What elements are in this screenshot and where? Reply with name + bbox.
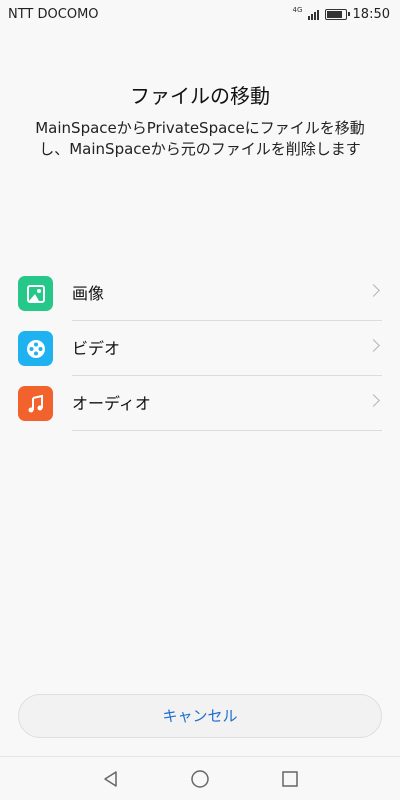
file-type-list: 画像 ビデオ オーディオ — [0, 266, 400, 431]
battery-icon — [324, 8, 350, 20]
clock: 18:50 — [352, 6, 390, 22]
divider — [72, 430, 382, 431]
page-title: ファイルの移動 — [130, 84, 270, 108]
signal-icon: 4G — [292, 6, 319, 21]
back-icon[interactable] — [91, 757, 131, 800]
home-icon[interactable] — [180, 757, 220, 800]
list-item-label: オーディオ — [72, 394, 151, 413]
list-item-video[interactable]: ビデオ — [0, 321, 400, 376]
music-icon — [18, 386, 53, 421]
list-item-label: 画像 — [72, 284, 105, 303]
list-item-label: ビデオ — [72, 339, 121, 358]
image-icon — [18, 276, 53, 311]
chevron-right-icon — [367, 339, 380, 352]
navigation-bar — [0, 756, 400, 800]
list-item-image[interactable]: 画像 — [0, 266, 400, 321]
recents-icon[interactable] — [270, 757, 310, 800]
network-type: 4G — [292, 6, 303, 14]
status-bar: NTT DOCOMO 4G 18:50 — [0, 0, 400, 28]
page-description: MainSpaceからPrivateSpaceにファイルを移動し、MainSpa… — [35, 119, 365, 158]
list-item-audio[interactable]: オーディオ — [0, 376, 400, 431]
video-icon — [18, 331, 53, 366]
chevron-right-icon — [367, 394, 380, 407]
cancel-button[interactable]: キャンセル — [18, 694, 382, 738]
chevron-right-icon — [367, 284, 380, 297]
status-icons: 4G 18:50 — [292, 6, 390, 22]
carrier-name: NTT DOCOMO — [8, 6, 99, 22]
